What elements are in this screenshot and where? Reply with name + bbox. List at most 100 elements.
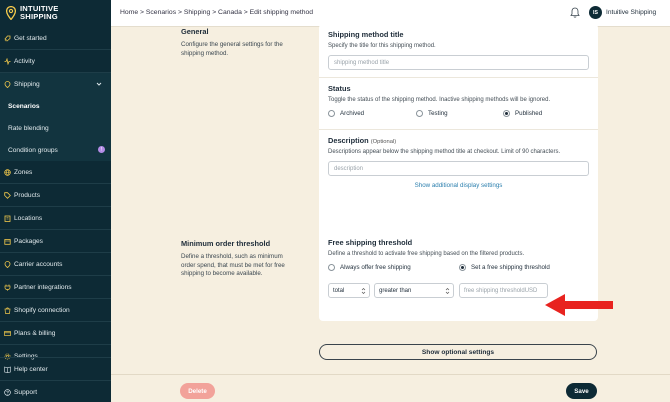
top-header: Home > Scenarios > Shipping > Canada > E…: [111, 0, 670, 27]
currency-unit: USD: [524, 287, 538, 294]
avatar[interactable]: IS: [589, 6, 602, 19]
globe-icon: [4, 168, 11, 176]
radio-label: Testing: [428, 110, 448, 117]
footer-divider: [111, 374, 670, 375]
threshold-value-input[interactable]: free shipping threshold USD: [459, 283, 548, 298]
sidebar-item-label: Shopify connection: [14, 306, 70, 314]
sidebar-item-plans-billing[interactable]: Plans & billing: [0, 322, 111, 344]
metric-select[interactable]: total: [328, 283, 370, 298]
red-arrow-annotation-icon: [545, 294, 613, 316]
help-icon: [4, 388, 11, 396]
minimum-heading: Minimum order threshold: [181, 239, 271, 248]
sidebar-item-locations[interactable]: Locations: [0, 207, 111, 229]
breadcrumb[interactable]: Home > Scenarios > Shipping > Canada > E…: [120, 9, 313, 16]
sidebar-item-packages[interactable]: Packages: [0, 230, 111, 252]
radio-label: Set a free shipping threshold: [471, 264, 550, 271]
pin-logo-icon: [6, 6, 16, 20]
sidebar-bottom: Help center Support: [0, 357, 111, 402]
sidebar-item-label: Help center: [14, 365, 48, 373]
sidebar-item-label: Scenarios: [8, 102, 40, 110]
sidebar-item-zones[interactable]: Zones: [0, 161, 111, 183]
description-heading: Description (Optional): [328, 136, 397, 145]
free-shipping-heading: Free shipping threshold: [328, 238, 413, 247]
delete-button[interactable]: Delete: [180, 383, 215, 399]
sidebar-nav: Get started Activity Shipping Scenarios …: [0, 27, 111, 367]
sidebar-item-condition-groups[interactable]: Condition groups !: [0, 139, 111, 161]
pulse-icon: [4, 57, 11, 65]
radio-label: Published: [515, 110, 543, 117]
radio-label: Archived: [340, 110, 365, 117]
show-display-settings-link[interactable]: Show additional display settings: [328, 176, 589, 197]
sidebar-item-label: Rate blending: [8, 124, 49, 132]
user-name[interactable]: Intuitive Shipping: [606, 9, 656, 16]
card-icon: [4, 330, 11, 337]
sidebar-item-support[interactable]: Support: [0, 381, 111, 402]
sidebar-item-scenarios[interactable]: Scenarios: [0, 95, 111, 117]
general-description: Configure the general settings for the s…: [181, 41, 283, 57]
method-title-input[interactable]: shipping method title: [328, 55, 589, 70]
sidebar-item-carrier-accounts[interactable]: Carrier accounts: [0, 253, 111, 275]
general-heading: General: [181, 27, 209, 36]
bell-icon[interactable]: [570, 7, 580, 18]
radio-circle: [416, 110, 423, 117]
method-title-heading: Shipping method title: [328, 30, 404, 39]
status-help: Toggle the status of the shipping method…: [328, 97, 551, 103]
minimum-description: Define a threshold, such as minimum orde…: [181, 253, 285, 278]
status-block: Status Toggle the status of the shipping…: [319, 78, 598, 130]
app-logo[interactable]: Intuitive Shipping: [6, 4, 86, 22]
radio-always-free[interactable]: Always offer free shipping: [328, 264, 411, 271]
chevron-down-icon[interactable]: [95, 80, 103, 88]
sidebar-item-label: Activity: [14, 57, 35, 65]
pin-icon: [4, 260, 11, 268]
bag-icon: [4, 307, 11, 314]
radio-set-threshold[interactable]: Set a free shipping threshold: [459, 264, 550, 271]
minimum-section-label: Minimum order threshold Define a thresho…: [181, 239, 296, 279]
sidebar-item-shipping[interactable]: Shipping: [0, 73, 111, 95]
logo-line2: Shipping: [20, 12, 58, 21]
status-radio-published[interactable]: Published: [503, 110, 542, 117]
sidebar: Intuitive Shipping Get started Activity …: [0, 0, 111, 402]
operator-select[interactable]: greater than: [374, 283, 454, 298]
sidebar-item-activity[interactable]: Activity: [0, 50, 111, 72]
status-radio-group: Archived Testing Published: [328, 109, 589, 121]
radio-circle-selected: [503, 110, 510, 117]
box-icon: [4, 238, 11, 245]
method-title-block: Shipping method title Specify the title …: [319, 24, 598, 78]
building-icon: [4, 215, 11, 222]
radio-circle-selected: [459, 264, 466, 271]
status-heading: Status: [328, 84, 351, 93]
pin-icon: [4, 80, 11, 88]
sidebar-item-label: Locations: [14, 214, 43, 222]
sidebar-item-label: Zones: [14, 168, 33, 176]
select-arrows-icon: [361, 288, 366, 294]
description-input[interactable]: description: [328, 161, 589, 176]
main-content: General Configure the general settings f…: [111, 24, 670, 402]
rocket-icon: [4, 35, 11, 42]
radio-circle: [328, 264, 335, 271]
status-radio-testing[interactable]: Testing: [416, 110, 448, 117]
method-title-help: Specify the title for this shipping meth…: [328, 43, 436, 49]
sidebar-item-label: Packages: [14, 237, 43, 245]
save-button[interactable]: Save: [566, 383, 597, 399]
free-shipping-help: Define a threshold to activate free ship…: [328, 251, 525, 257]
description-block: Description (Optional) Descriptions appe…: [319, 130, 598, 197]
show-optional-settings-button[interactable]: Show optional settings: [319, 344, 597, 360]
sidebar-item-label: Condition groups: [8, 146, 58, 154]
sidebar-item-label: Plans & billing: [14, 329, 56, 337]
sidebar-item-help-center[interactable]: Help center: [0, 358, 111, 380]
general-section-label: General Configure the general settings f…: [181, 27, 296, 58]
sidebar-item-get-started[interactable]: Get started: [0, 27, 111, 49]
sidebar-item-products[interactable]: Products: [0, 184, 111, 206]
general-card: Shipping method title Specify the title …: [319, 24, 598, 249]
sidebar-item-label: Partner integrations: [14, 283, 72, 291]
tag-icon: [4, 191, 11, 199]
description-help: Descriptions appear below the shipping m…: [328, 149, 561, 155]
sidebar-item-partner-integrations[interactable]: Partner integrations: [0, 276, 111, 298]
sidebar-item-rate-blending[interactable]: Rate blending: [0, 117, 111, 139]
optional-tag: (Optional): [370, 139, 397, 145]
sidebar-item-label: Products: [14, 191, 41, 199]
sidebar-item-label: Support: [14, 388, 38, 396]
status-radio-archived[interactable]: Archived: [328, 110, 364, 117]
free-shipping-radio-group: Always offer free shipping Set a free sh…: [328, 263, 589, 275]
sidebar-item-shopify-connection[interactable]: Shopify connection: [0, 299, 111, 321]
